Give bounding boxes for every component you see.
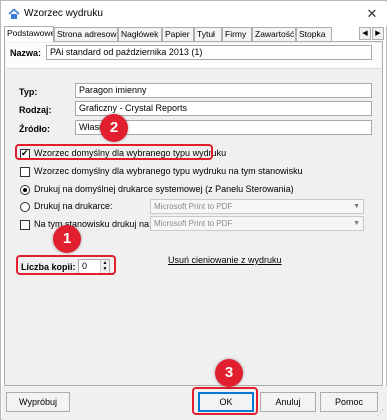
tab-stopka[interactable]: Stopka [296,27,332,41]
tab-papier[interactable]: Papier [162,27,194,41]
test-button[interactable]: Wypróbuj [6,392,70,412]
default-station-checkbox[interactable] [20,167,30,177]
chevron-down-icon: ▼ [353,220,360,227]
tab-podstawowe[interactable]: Podstawowe [4,26,54,42]
name-label: Nazwa: [10,48,42,58]
station-printer-checkbox[interactable] [20,220,30,230]
kind-input[interactable]: Graficzny - Crystal Reports [75,101,372,116]
button-bar: Wypróbuj OK Anuluj Pomoc ⋰ [2,386,387,420]
printer-radio[interactable] [20,202,30,212]
window-title: Wzorzec wydruku [24,8,103,19]
copies-label: Liczba kopii: [21,262,76,272]
default-type-checkbox-label: Wzorzec domyślny dla wybranego typu wydr… [34,148,227,158]
step-badge-3: 3 [215,359,243,387]
close-icon[interactable]: ✕ [361,5,383,23]
tab-tytul[interactable]: Tytuł [194,27,222,41]
default-type-checkbox[interactable] [20,148,30,159]
print-template-dialog: Wzorzec wydruku ✕ Podstawowe Strona adre… [0,0,387,420]
printer-select-value: Microsoft Print to PDF [154,202,233,211]
tab-scroll-right-icon[interactable]: ▶ [372,27,384,40]
step-badge-2: 2 [100,114,128,142]
tab-firmy[interactable]: Firmy [222,27,252,41]
printer-select[interactable]: Microsoft Print to PDF ▼ [150,199,364,214]
stepper-arrows-icon[interactable]: ▲ ▼ [100,260,109,273]
step-badge-1: 1 [53,225,81,253]
station-printer-checkbox-label: Na tym stanowisku drukuj na: [34,219,152,229]
chevron-down-icon: ▼ [353,203,360,210]
copies-stepper[interactable]: 0 ▲ ▼ [78,259,110,274]
default-printer-radio-label: Drukuj na domyślnej drukarce systemowej … [34,184,294,194]
help-button[interactable]: Pomoc [320,392,378,412]
cancel-button[interactable]: Anuluj [260,392,316,412]
ok-button[interactable]: OK [198,392,254,412]
copies-value: 0 [82,261,88,271]
tab-scroll-left-icon[interactable]: ◀ [359,27,371,40]
tab-strona-adresowa[interactable]: Strona adresowa [54,27,118,41]
tab-naglowek[interactable]: Nagłówek [118,27,162,41]
title-bar: Wzorzec wydruku ✕ [2,2,387,26]
source-label: Źródło: [19,124,50,134]
station-printer-select[interactable]: Microsoft Print to PDF ▼ [150,216,364,231]
resize-grip-icon[interactable]: ⋰ [377,410,385,418]
default-station-checkbox-label: Wzorzec domyślny dla wybranego typu wydr… [34,166,303,176]
type-input[interactable]: Paragon imienny [75,83,372,98]
station-printer-select-value: Microsoft Print to PDF [154,219,233,228]
app-icon [8,8,20,19]
tab-zawartosc[interactable]: Zawartość [252,27,296,41]
name-input[interactable]: PAi standard od października 2013 (1) [46,45,372,60]
tab-strip: Podstawowe Strona adresowa Nagłówek Papi… [4,26,385,42]
kind-label: Rodzaj: [19,105,52,115]
default-printer-radio[interactable] [20,185,30,195]
remove-shading-link[interactable]: Usuń cieniowanie z wydruku [168,255,282,265]
type-label: Typ: [19,87,38,97]
printer-radio-label: Drukuj na drukarce: [34,201,113,211]
